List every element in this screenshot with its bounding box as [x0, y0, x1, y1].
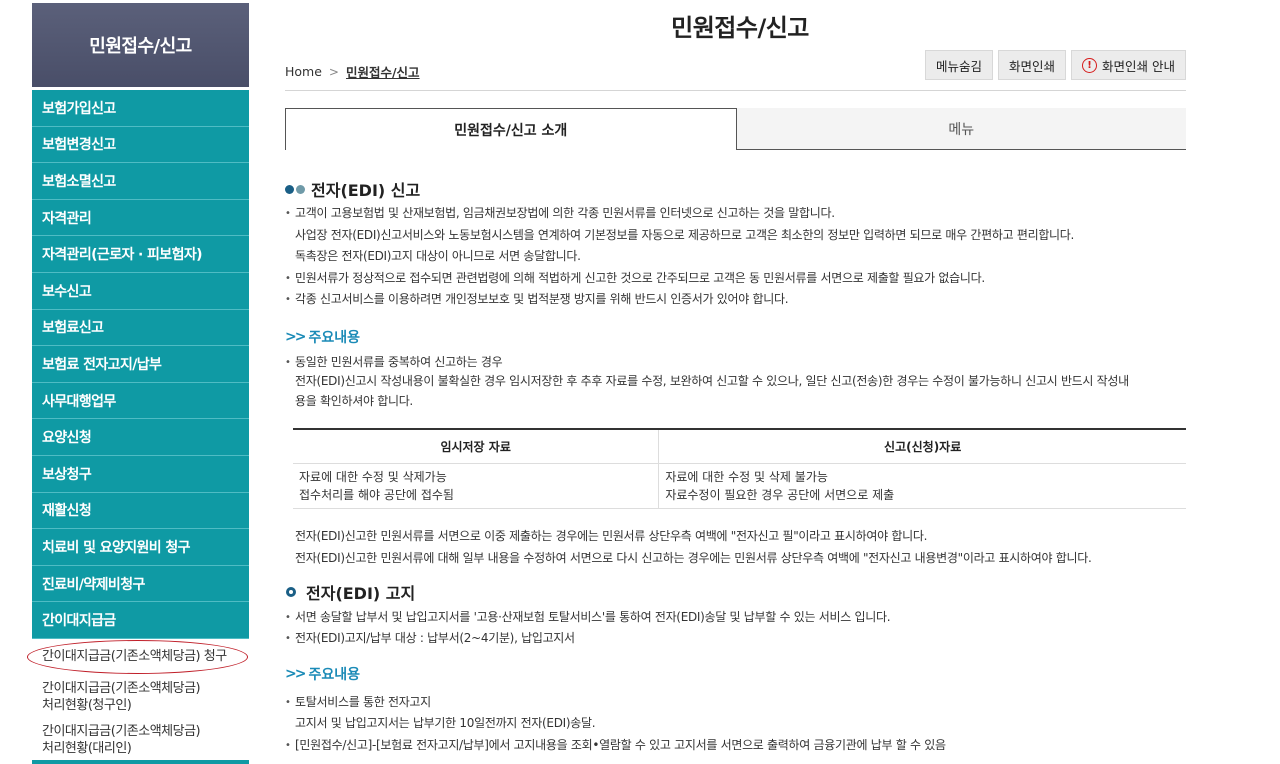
edi-notice-description: 서면 송달할 납부서 및 납입고지서를 '고용·산재보험 토탈서비스'를 통하여…	[285, 607, 1186, 650]
list-item: 동일한 민원서류를 중복하여 신고하는 경우	[285, 353, 1186, 373]
sidebar-item-treatment-cost-claim[interactable]: 치료비 및 요양지원비 청구	[32, 529, 249, 566]
tab-menu[interactable]: 메뉴	[736, 108, 1186, 150]
sidebar-submenu: 간이대지급금(기존소액체당금) 청구 간이대지급금(기존소액체당금) 처리현황(…	[27, 638, 249, 763]
submenu-item-claim[interactable]: 간이대지급금(기존소액체당금) 청구	[27, 639, 249, 675]
toolbar: 메뉴숨김 화면인쇄 ! 화면인쇄 안내	[924, 50, 1186, 80]
sidebar-item-insurance-change[interactable]: 보험변경신고	[32, 126, 249, 164]
submenu-item-label-line1: 간이대지급금(기존소액체당금)	[42, 723, 201, 739]
section-title-edi-notice: 전자(EDI) 고지	[285, 581, 1186, 603]
main-content: 전자(EDI) 신고 고객이 고용보험법 및 산재보험법, 임금채권보장법에 의…	[285, 178, 1186, 756]
print-button[interactable]: 화면인쇄	[998, 50, 1067, 80]
hide-menu-button[interactable]: 메뉴숨김	[924, 50, 993, 80]
breadcrumb-home[interactable]: Home	[285, 64, 322, 79]
edi-report-main-content: 동일한 민원서류를 중복하여 신고하는 경우 전자(EDI)신고시 작성내용이 …	[285, 353, 1186, 412]
submenu-item-label-line2: 처리현황(대리인)	[42, 740, 132, 756]
tab-bar: 민원접수/신고 소개 메뉴	[285, 108, 1186, 150]
chevron-right-icon: >	[328, 64, 339, 79]
sidebar-item-insurance-join[interactable]: 보험가입신고	[32, 90, 249, 127]
double-dot-icon	[285, 184, 305, 194]
list-item: 토탈서비스를 통한 전자고지	[285, 692, 1186, 714]
table-header: 신고(신청)자료	[658, 428, 1186, 463]
double-chevron-right-icon: >>	[285, 665, 307, 682]
tab-intro[interactable]: 민원접수/신고 소개	[285, 108, 737, 150]
list-item: 고지서 및 납입고지서는 납부기한 10일전까지 전자(EDI)송달.	[295, 716, 596, 730]
section-title-edi-report: 전자(EDI) 신고	[285, 178, 1186, 200]
sidebar-item-premium-report[interactable]: 보험료신고	[32, 309, 249, 347]
sidebar-item-agency-service[interactable]: 사무대행업무	[32, 382, 249, 420]
section-title-text: 전자(EDI) 고지	[306, 583, 416, 603]
subsection-title-text: 주요내용	[308, 329, 360, 346]
table-row: 자료에 대한 수정 및 삭제가능 접수처리를 해야 공단에 접수됨 자료에 대한…	[293, 462, 1186, 509]
cell-line: 자료에 대한 수정 및 삭제가능	[299, 469, 447, 484]
alert-icon: !	[1082, 57, 1098, 73]
list-item: 전자(EDI)신고한 민원서류를 서면으로 이중 제출하는 경우에는 민원서류 …	[295, 528, 928, 543]
list-item: 민원서류가 정상적으로 접수되면 관련법령에 의해 적법하게 신고한 것으로 간…	[285, 268, 1186, 290]
sidebar-item-premium-e-notice[interactable]: 보험료 전자고지/납부	[32, 346, 249, 383]
section-title-text: 전자(EDI) 신고	[311, 181, 421, 200]
cell-line: 자료수정이 필요한 경우 공단에 서면으로 제출	[665, 487, 895, 502]
sidebar-menu: 보험가입신고 보험변경신고 보험소멸신고 자격관리 자격관리(근로자 · 피보험…	[32, 90, 249, 639]
subsection-title-main: >> 주요내용	[285, 327, 1186, 347]
sidebar-bottom-bar	[32, 760, 249, 764]
print-guide-label: 화면인쇄 안내	[1102, 58, 1175, 74]
table-header: 임시저장 자료	[293, 428, 659, 463]
list-item: 전자(EDI)신고시 작성내용이 불확실한 경우 임시저장한 후 추후 자료를 …	[295, 374, 1129, 388]
sidebar-item-medical-care-application[interactable]: 요양신청	[32, 419, 249, 456]
double-chevron-right-icon: >>	[285, 328, 307, 345]
sidebar-item-qualification-workers[interactable]: 자격관리(근로자 · 피보험자)	[32, 236, 249, 273]
sidebar-item-insurance-termination[interactable]: 보험소멸신고	[32, 163, 249, 200]
table-cell: 자료에 대한 수정 및 삭제 불가능 자료수정이 필요한 경우 공단에 서면으로…	[658, 462, 1186, 509]
list-item: 전자(EDI)고지/납부 대상 : 납부서(2~4기분), 납입고지서	[285, 628, 1186, 650]
submenu-item-status-agent[interactable]: 간이대지급금(기존소액체당금) 처리현황(대리인)	[32, 719, 249, 763]
list-item: 전자(EDI)신고한 민원서류에 대해 일부 내용을 수정하여 서면으로 다시 …	[295, 550, 1092, 565]
edi-report-notes: 전자(EDI)신고한 민원서류를 서면으로 이중 제출하는 경우에는 민원서류 …	[285, 525, 1186, 569]
submenu-item-label: 간이대지급금(기존소액체당금) 청구	[42, 649, 227, 665]
sidebar: 민원접수/신고 보험가입신고 보험변경신고 보험소멸신고 자격관리 자격관리(근…	[27, 3, 249, 764]
list-item: 서면 송달할 납부서 및 납입고지서를 '고용·산재보험 토탈서비스'를 통하여…	[285, 607, 1186, 629]
ring-bullet-icon	[286, 586, 296, 597]
print-guide-button[interactable]: ! 화면인쇄 안내	[1071, 50, 1186, 80]
submenu-item-label-line1: 간이대지급금(기존소액체당금)	[42, 680, 201, 696]
subsection-title-text: 주요내용	[308, 666, 360, 683]
breadcrumb: Home > 민원접수/신고	[285, 62, 420, 81]
table-cell: 자료에 대한 수정 및 삭제가능 접수처리를 해야 공단에 접수됨	[293, 462, 659, 509]
header-divider	[285, 90, 1186, 91]
sidebar-item-rehab-application[interactable]: 재활신청	[32, 492, 249, 530]
sidebar-item-medical-fee-claim[interactable]: 진료비/약제비청구	[32, 565, 249, 603]
list-item: 사업장 전자(EDI)신고서비스와 노동보험시스템을 연계하여 기본정보를 자동…	[295, 227, 1075, 242]
sidebar-item-simple-substitute-payment[interactable]: 간이대지급금	[32, 602, 249, 639]
sidebar-item-qualification[interactable]: 자격관리	[32, 199, 249, 237]
edi-report-description: 고객이 고용보험법 및 산재보험법, 임금채권보장법에 의한 각종 민원서류를 …	[285, 203, 1186, 311]
list-item: [민원접수/신고]-[보험료 전자고지/납부]에서 고지내용을 조회•열람할 수…	[285, 735, 1186, 757]
page-title: 민원접수/신고	[671, 14, 809, 42]
cell-line: 자료에 대한 수정 및 삭제 불가능	[665, 469, 828, 484]
subsection-title-main-2: >> 주요내용	[285, 664, 1186, 684]
list-item: 각종 신고서비스를 이용하려면 개인정보보호 및 법적분쟁 방지를 위해 반드시…	[285, 289, 1186, 311]
cell-line: 접수처리를 해야 공단에 접수됨	[299, 487, 454, 502]
edi-notice-main-content: 토탈서비스를 통한 전자고지 고지서 및 납입고지서는 납부기한 10일전까지 …	[285, 692, 1186, 757]
list-item: 고객이 고용보험법 및 산재보험법, 임금채권보장법에 의한 각종 민원서류를 …	[285, 203, 1186, 225]
list-item: 독촉장은 전자(EDI)고지 대상이 아니므로 서면 송달합니다.	[295, 249, 581, 263]
list-item: 용을 확인하셔야 합니다.	[295, 393, 413, 408]
sidebar-title: 민원접수/신고	[32, 3, 249, 87]
submenu-item-status-claimant[interactable]: 간이대지급금(기존소액체당금) 처리현황(청구인)	[32, 675, 249, 719]
sidebar-item-compensation-claim[interactable]: 보상청구	[32, 455, 249, 493]
breadcrumb-current[interactable]: 민원접수/신고	[346, 62, 420, 81]
sidebar-item-wage-report[interactable]: 보수신고	[32, 272, 249, 310]
data-table: 임시저장 자료 신고(신청)자료 자료에 대한 수정 및 삭제가능 접수처리를 …	[293, 428, 1186, 509]
submenu-item-label-line2: 처리현황(청구인)	[42, 697, 132, 713]
